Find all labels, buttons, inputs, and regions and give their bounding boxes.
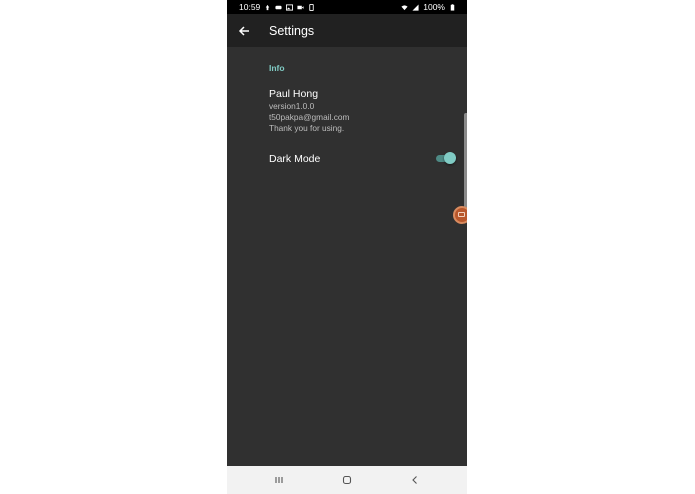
nav-back-button[interactable] bbox=[395, 466, 435, 494]
navigation-bar bbox=[227, 466, 467, 494]
back-icon bbox=[412, 476, 417, 484]
home-icon bbox=[342, 475, 352, 485]
arrow-back-icon bbox=[238, 25, 249, 36]
info-email: t50pakpa@gmail.com bbox=[269, 112, 350, 122]
dark-mode-label: Dark Mode bbox=[269, 153, 321, 165]
status-bar: 10:59 100% bbox=[227, 0, 467, 14]
status-bar-left: 10:59 bbox=[239, 2, 315, 12]
page-title: Settings bbox=[269, 23, 315, 38]
game-icon bbox=[275, 5, 282, 9]
edge-panel-handle[interactable] bbox=[464, 113, 467, 213]
home-button[interactable] bbox=[327, 466, 367, 494]
section-header-info: Info bbox=[269, 63, 285, 73]
image-icon bbox=[286, 3, 294, 11]
battery-percent: 100% bbox=[423, 2, 445, 12]
switch-thumb bbox=[444, 152, 456, 164]
info-name: Paul Hong bbox=[269, 88, 319, 100]
phone-screen: 10:59 100% Settings Info Paul Hong versi… bbox=[227, 0, 467, 494]
recent-apps-button[interactable] bbox=[259, 466, 299, 494]
camera-icon bbox=[458, 212, 465, 217]
sim-icon bbox=[309, 3, 314, 11]
settings-content: Info Paul Hong version1.0.0 t50pakpa@gma… bbox=[227, 47, 467, 466]
battery-icon bbox=[450, 3, 455, 11]
video-icon bbox=[297, 5, 304, 9]
signal-icon bbox=[412, 3, 419, 11]
floating-record-bubble[interactable] bbox=[453, 206, 467, 224]
back-button[interactable] bbox=[227, 14, 261, 47]
info-preference[interactable]: Paul Hong version1.0.0 t50pakpa@gmail.co… bbox=[269, 88, 349, 134]
info-thanks: Thank you for using. bbox=[269, 123, 345, 133]
wifi-icon bbox=[401, 4, 408, 10]
status-bar-right: 100% bbox=[401, 2, 456, 12]
recent-apps-icon bbox=[275, 477, 283, 483]
app-bar: Settings bbox=[227, 14, 467, 47]
dark-mode-switch[interactable] bbox=[436, 152, 456, 165]
info-version: version1.0.0 bbox=[269, 101, 315, 111]
notification-icon bbox=[266, 4, 270, 10]
dark-mode-preference[interactable]: Dark Mode bbox=[227, 145, 467, 173]
status-time: 10:59 bbox=[239, 2, 261, 12]
